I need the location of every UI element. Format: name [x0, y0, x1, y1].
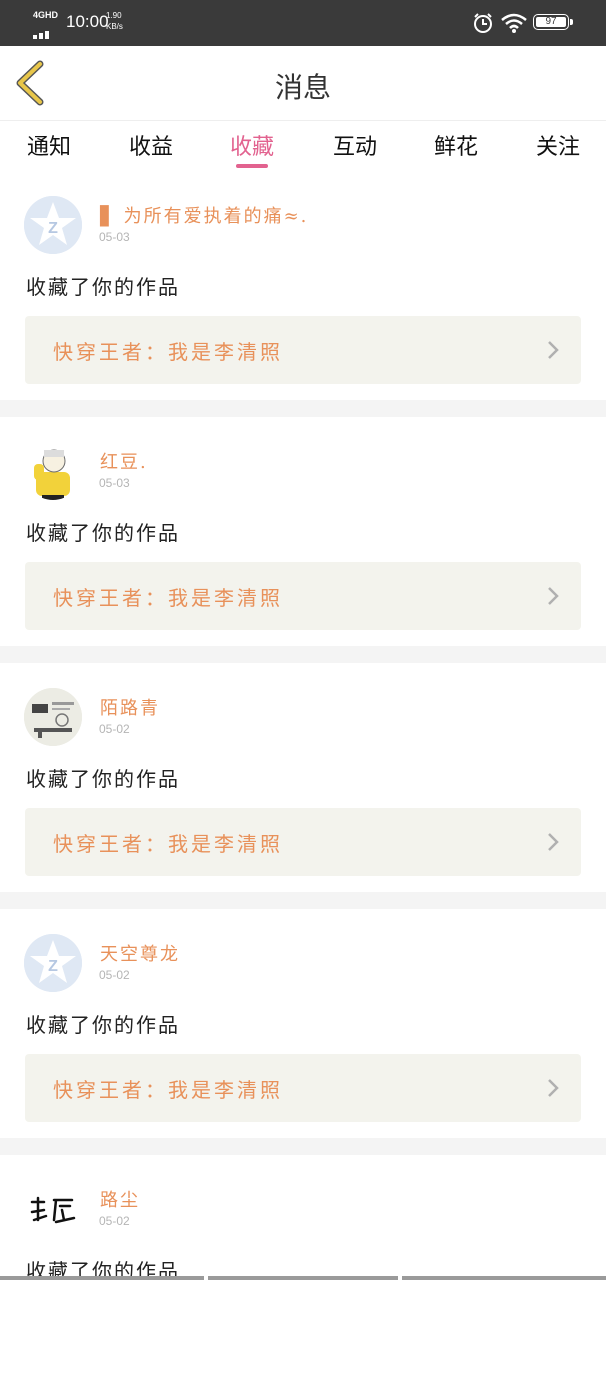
username[interactable]: ▋ 为所有爱执着的痛≈. [100, 202, 308, 228]
action-text: 收藏了你的作品 [26, 521, 180, 545]
avatar[interactable] [24, 688, 82, 746]
date: 05-03 [99, 476, 130, 490]
chevron-right-icon [548, 587, 559, 605]
page-title: 消息 [274, 71, 331, 104]
active-tab-indicator [236, 164, 268, 168]
tab-bar: 通知 收益 收藏 互动 鲜花 关注 [0, 121, 606, 171]
network-type: 4GHD [33, 10, 59, 20]
work-link[interactable]: 快穿王者：我是李清照 [25, 562, 581, 630]
avatar[interactable] [24, 442, 82, 500]
character-avatar-icon [24, 442, 82, 500]
network-speed: 1.90 KB/s [106, 10, 123, 32]
work-link[interactable]: 快穿王者：我是李清照 [25, 808, 581, 876]
app-header: 消息 [0, 46, 606, 121]
chevron-right-icon [548, 341, 559, 359]
default-avatar-icon: Z [24, 934, 82, 992]
list-item: Z ▋ 为所有爱执着的痛≈. 05-03 收藏了你的作品 快穿王者：我是李清照 [0, 171, 606, 400]
work-title: 快穿王者：我是李清照 [53, 832, 283, 856]
action-text: 收藏了你的作品 [26, 767, 180, 791]
svg-text:Z: Z [48, 220, 58, 237]
tab-notifications[interactable]: 通知 [9, 129, 89, 161]
default-avatar-icon: Z [24, 196, 82, 254]
tab-favorites[interactable]: 收藏 [212, 129, 292, 161]
action-text: 收藏了你的作品 [26, 1013, 180, 1037]
list-item: 陌路青 05-02 收藏了你的作品 快穿王者：我是李清照 [0, 663, 606, 892]
speed-unit: KB/s [106, 22, 123, 31]
divider [0, 400, 606, 417]
status-bar: 4GHD 10:00 1.90 KB/s 97 [0, 0, 606, 46]
tab-flowers[interactable]: 鲜花 [416, 129, 496, 161]
work-link[interactable]: 快穿王者：我是李清照 [25, 316, 581, 384]
battery-level: 97 [545, 16, 557, 27]
divider [0, 646, 606, 663]
tab-following[interactable]: 关注 [518, 129, 598, 161]
svg-text:Z: Z [48, 958, 58, 975]
chevron-right-icon [548, 1079, 559, 1097]
username[interactable]: 陌路青 [100, 694, 160, 720]
date: 05-02 [99, 968, 130, 982]
date: 05-02 [99, 1214, 130, 1228]
list-item: 路尘 05-02 收藏了你的作品 [0, 1155, 606, 1384]
wifi-icon [501, 13, 527, 33]
divider [0, 892, 606, 909]
list-item: Z 天空尊龙 05-02 收藏了你的作品 快穿王者：我是李清照 [0, 909, 606, 1138]
action-text: 收藏了你的作品 [26, 275, 180, 299]
avatar[interactable] [24, 1180, 82, 1238]
clock: 10:00 [66, 12, 109, 31]
speed-value: 1.90 [106, 11, 122, 20]
date: 05-02 [99, 722, 130, 736]
alarm-icon [474, 13, 492, 33]
tab-interactions[interactable]: 互动 [315, 129, 395, 161]
work-title: 快穿王者：我是李清照 [53, 340, 283, 364]
battery-icon: 97 [533, 14, 569, 30]
system-nav-indicator [0, 1276, 606, 1280]
scene-avatar-icon [24, 688, 82, 746]
username[interactable]: 路尘 [100, 1186, 140, 1212]
avatar[interactable]: Z [24, 196, 82, 254]
work-link[interactable]: 快穿王者：我是李清照 [25, 1054, 581, 1122]
work-title: 快穿王者：我是李清照 [53, 586, 283, 610]
avatar[interactable]: Z [24, 934, 82, 992]
list-item: 红豆. 05-03 收藏了你的作品 快穿王者：我是李清照 [0, 417, 606, 646]
calligraphy-avatar-icon [24, 1180, 82, 1238]
chevron-right-icon [548, 833, 559, 851]
signal-icon [33, 20, 51, 39]
username[interactable]: 红豆. [100, 448, 148, 474]
notification-list: Z ▋ 为所有爱执着的痛≈. 05-03 收藏了你的作品 快穿王者：我是李清照 … [0, 171, 606, 1384]
tab-earnings[interactable]: 收益 [111, 129, 191, 161]
date: 05-03 [99, 230, 130, 244]
work-title: 快穿王者：我是李清照 [53, 1078, 283, 1102]
battery-tip [570, 19, 573, 25]
username[interactable]: 天空尊龙 [100, 940, 180, 966]
divider [0, 1138, 606, 1155]
